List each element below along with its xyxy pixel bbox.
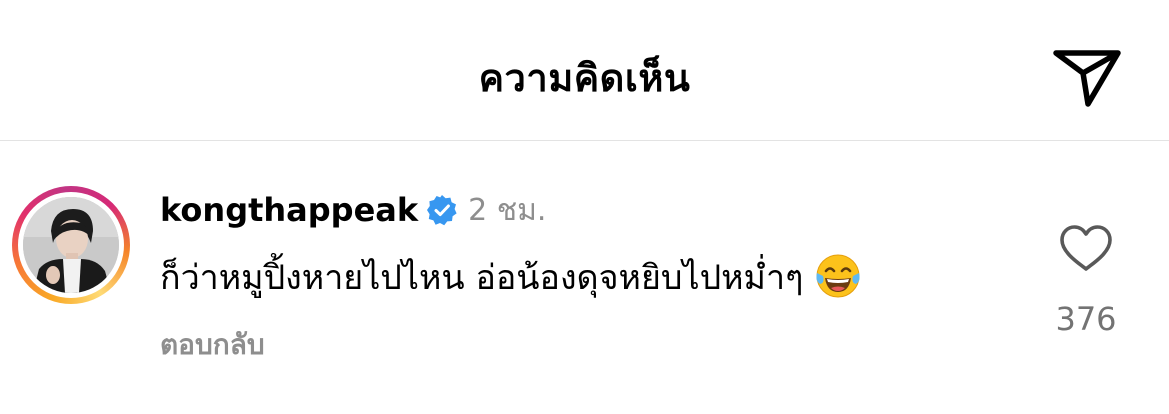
avatar[interactable] bbox=[12, 186, 130, 304]
heart-outline-icon bbox=[1060, 225, 1112, 271]
reply-button[interactable]: ตอบกลับ bbox=[160, 325, 265, 365]
like-button[interactable] bbox=[1058, 223, 1114, 275]
comment-text: ก็ว่าหมูปิ้งหายไปไหน อ่อน้องดุจหยิบไปหม่… bbox=[160, 258, 804, 298]
header: ความคิดเห็น bbox=[0, 0, 1169, 140]
comment-time: 2 ชม. bbox=[468, 192, 547, 228]
share-button[interactable] bbox=[1046, 38, 1126, 118]
avatar-photo bbox=[23, 197, 119, 293]
comment-body: ก็ว่าหมูปิ้งหายไปไหน อ่อน้องดุจหยิบไปหม่… bbox=[160, 251, 863, 305]
page-title: ความคิดเห็น bbox=[478, 56, 691, 100]
comment-item: kongthappeak 2 ชม. ก็ว่าหมูปิ้งหายไปไหน … bbox=[0, 141, 1169, 414]
tears-of-joy-emoji-icon bbox=[813, 251, 863, 301]
like-count: 376 bbox=[1055, 300, 1117, 338]
paper-plane-icon bbox=[1053, 50, 1121, 107]
username[interactable]: kongthappeak bbox=[160, 191, 418, 229]
comment-meta: kongthappeak 2 ชม. bbox=[160, 189, 546, 231]
comments-screen: ความคิดเห็น kongthappeak 2 ชม. ก็ว่าหมูป… bbox=[0, 0, 1169, 414]
verified-badge-icon bbox=[426, 194, 458, 226]
